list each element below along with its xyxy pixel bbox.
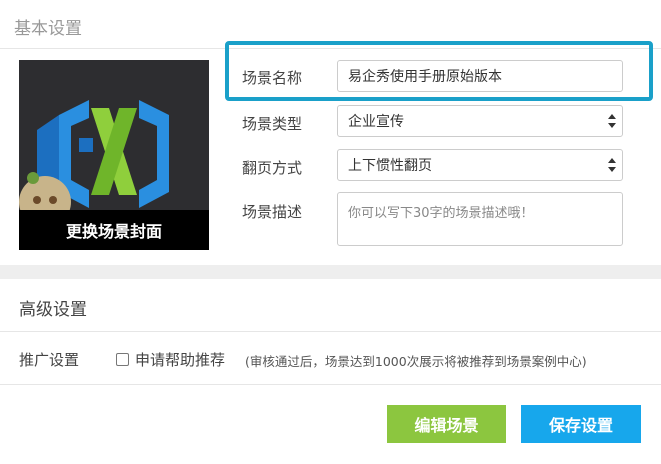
advanced-settings-header: 高级设置 bbox=[0, 279, 661, 332]
advanced-settings-title: 高级设置 bbox=[19, 300, 87, 320]
select-arrows-icon bbox=[608, 114, 616, 128]
select-arrows-icon bbox=[608, 158, 616, 172]
highlight-box bbox=[225, 41, 653, 101]
scene-type-label: 场景类型 bbox=[242, 115, 303, 133]
edit-scene-button[interactable]: 编辑场景 bbox=[387, 405, 506, 443]
help-recommend-checkbox[interactable] bbox=[116, 353, 129, 366]
scene-cover[interactable]: 更换场景封面 bbox=[19, 60, 209, 250]
flip-mode-value: 上下惯性翻页 bbox=[348, 158, 432, 174]
scene-type-value: 企业宣传 bbox=[348, 114, 404, 130]
flip-mode-label: 翻页方式 bbox=[242, 159, 303, 177]
basic-settings-title: 基本设置 bbox=[14, 19, 82, 39]
change-cover-button[interactable]: 更换场景封面 bbox=[19, 210, 209, 250]
help-recommend-label[interactable]: 申请帮助推荐 bbox=[135, 349, 225, 370]
scene-desc-label: 场景描述 bbox=[242, 203, 303, 221]
flip-mode-select[interactable]: 上下惯性翻页 bbox=[337, 149, 623, 181]
scene-type-select[interactable]: 企业宣传 bbox=[337, 105, 623, 137]
promotion-label: 推广设置 bbox=[19, 351, 80, 369]
promotion-row: 推广设置 申请帮助推荐 (审核通过后，场景达到1000次展示将被推荐到场景案例中… bbox=[0, 332, 661, 385]
promotion-note: (审核通过后，场景达到1000次展示将被推荐到场景案例中心) bbox=[245, 354, 587, 369]
section-divider bbox=[0, 265, 661, 279]
scene-desc-textarea[interactable]: 你可以写下30字的场景描述哦！ bbox=[337, 192, 623, 246]
save-settings-button[interactable]: 保存设置 bbox=[521, 405, 641, 443]
scene-desc-placeholder: 你可以写下30字的场景描述哦！ bbox=[348, 206, 534, 221]
